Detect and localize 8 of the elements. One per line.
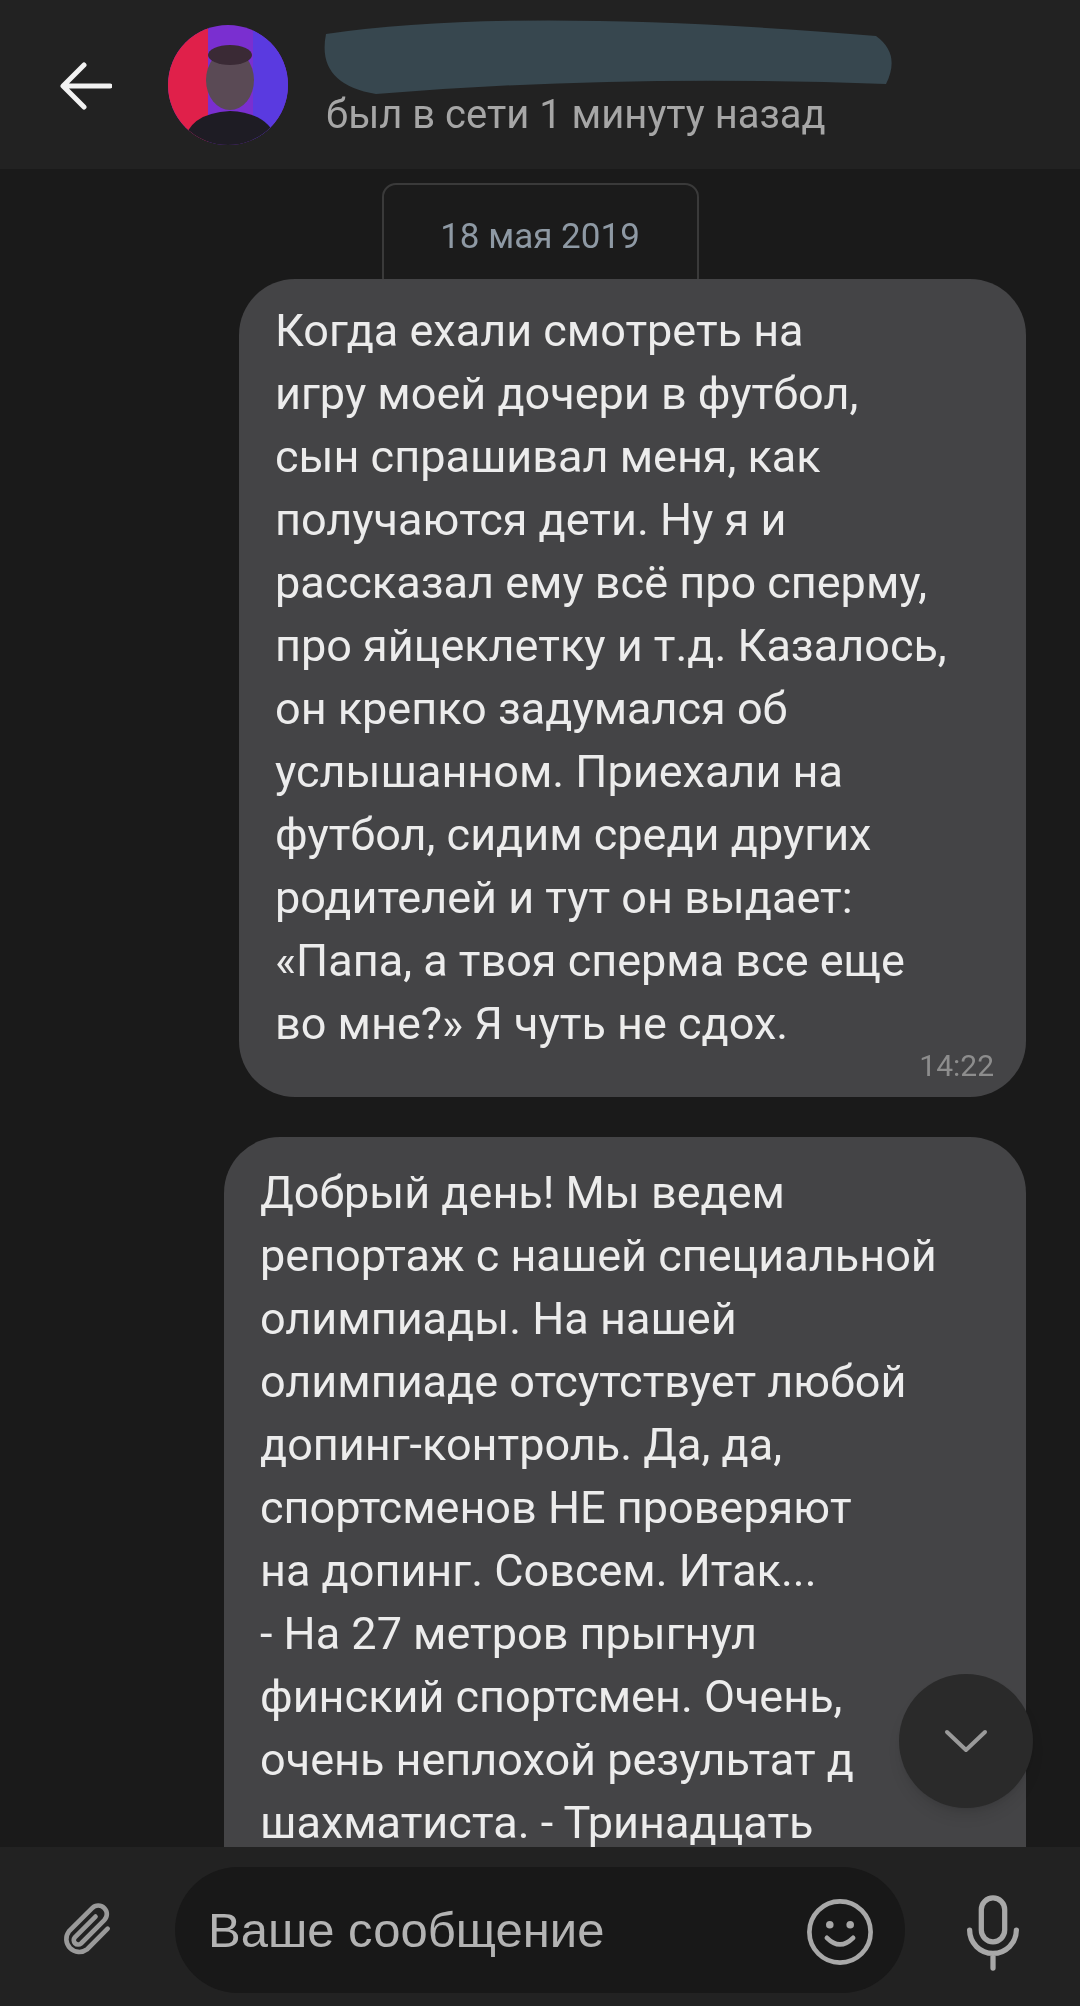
back-icon[interactable] [60,62,112,110]
last-seen-status: был в сети 1 минуту назад [326,92,826,138]
message-text: Когда ехали смотреть на игру моей дочери в футбол, сын спрашивал меня, как получаются дети. Ну я и рассказал ему всё про сперму, про яйцеклетку и т.д. Казалось, он крепко задумался об услышанном. Приехали на футбол, сидим среди других родителей и тут он выдает: «Папа, а твоя сперма все еще во мне?» Я чуть не сдох. [275,303,947,1052]
chevron-down-icon [944,1729,988,1753]
message-input[interactable]: Ваше сообщение [175,1867,905,1993]
emoji-icon[interactable] [805,1897,875,1967]
message-text: Добрый день! Мы ведем репортаж с нашей специальной олимпиады. На нашей олимпиаде отсутствует любой допинг-контроль. Да, да, спортсменов НЕ проверяют на допинг. Совсем. Итак... - На 27 метров прыгнул финский спортсмен. Очень, очень неплохой результат д шахматиста. - Тринадцать [260,1165,937,1847]
message-time: 14:22 [919,1049,994,1083]
